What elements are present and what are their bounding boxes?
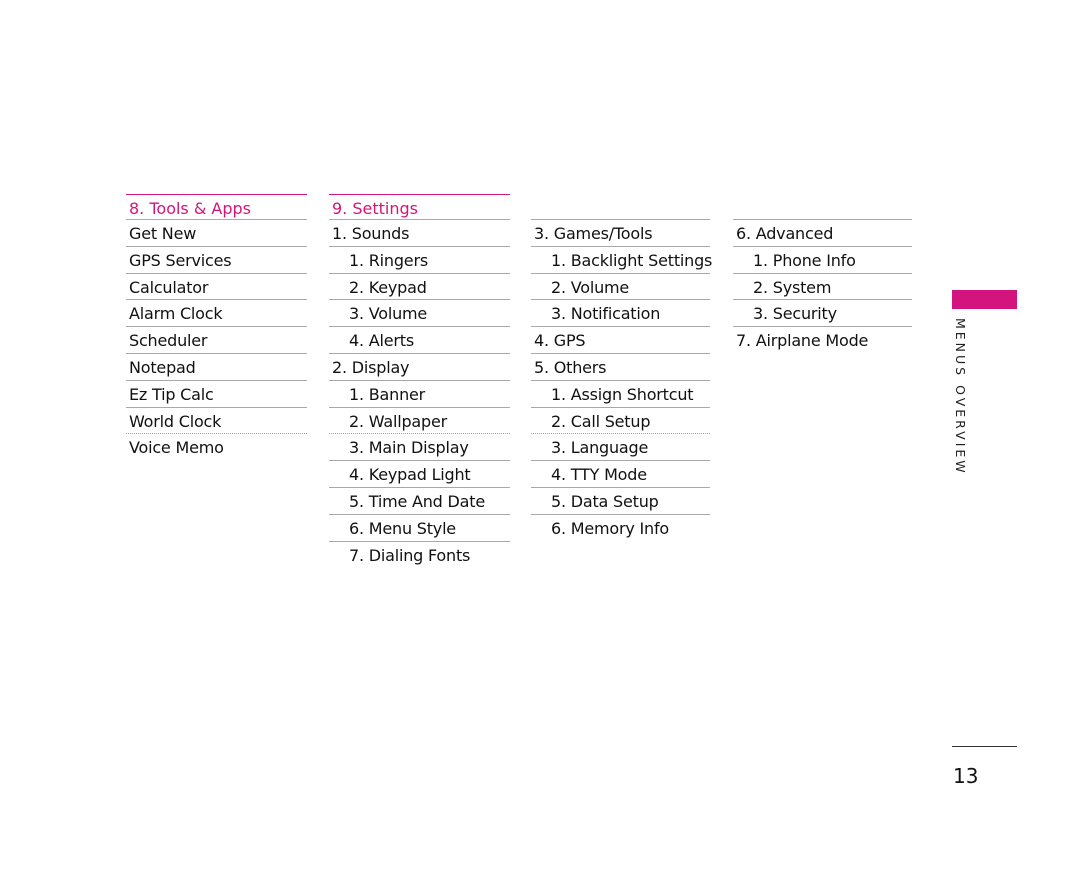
submenu-item: 3. Security xyxy=(733,300,912,328)
menu-column-settings-cont2: 6. Advanced 1. Phone Info 2. System 3. S… xyxy=(733,194,912,354)
submenu-item: 2. Volume xyxy=(531,274,710,301)
submenu-item: 4. Keypad Light xyxy=(329,461,510,488)
menu-column-tools-apps: 8. Tools & Apps Get New GPS Services Cal… xyxy=(126,194,307,461)
footer-rule xyxy=(952,746,1017,747)
menu-column-settings: 9. Settings 1. Sounds 1. Ringers 2. Keyp… xyxy=(329,194,510,568)
menu-item: World Clock xyxy=(126,408,307,435)
menu-item: 4. GPS xyxy=(531,327,710,354)
menu-item: Calculator xyxy=(126,274,307,301)
section-header-tools-apps: 8. Tools & Apps xyxy=(126,195,307,220)
submenu-item: 7. Dialing Fonts xyxy=(349,545,471,565)
submenu-item: 5. Data Setup xyxy=(531,488,710,515)
submenu-item: 6. Memory Info xyxy=(551,518,669,538)
submenu-item: 2. Call Setup xyxy=(531,408,710,435)
menu-item: 7. Airplane Mode xyxy=(736,331,869,351)
submenu-item: 2. Keypad xyxy=(329,274,510,301)
submenu-item: 6. Menu Style xyxy=(329,515,510,542)
submenu-item: 1. Banner xyxy=(329,381,510,408)
column-top-rule xyxy=(531,194,710,220)
menu-item: Notepad xyxy=(126,354,307,381)
column-top-rule xyxy=(733,194,912,220)
submenu-item: 1. Phone Info xyxy=(733,247,912,274)
submenu-item: 3. Notification xyxy=(531,300,710,328)
menu-item: Voice Memo xyxy=(129,438,224,458)
section-header-settings: 9. Settings xyxy=(329,195,510,220)
menu-item: 6. Advanced xyxy=(733,220,912,247)
submenu-item: 2. Wallpaper xyxy=(329,408,510,435)
menu-item: 2. Display xyxy=(329,354,510,381)
menu-item: GPS Services xyxy=(126,247,307,274)
submenu-item: 4. Alerts xyxy=(329,327,510,354)
submenu-item: 2. System xyxy=(733,274,912,301)
menu-item: Scheduler xyxy=(126,327,307,354)
menu-item: 3. Games/Tools xyxy=(531,220,710,247)
submenu-item: 3. Language xyxy=(531,434,710,462)
section-tab-marker xyxy=(952,290,1017,309)
menu-item: Ez Tip Calc xyxy=(126,381,307,408)
section-side-label: MENUS OVERVIEW xyxy=(953,318,968,476)
submenu-item: 1. Assign Shortcut xyxy=(531,381,710,408)
submenu-item: 4. TTY Mode xyxy=(531,461,710,488)
menu-item: Get New xyxy=(126,220,307,247)
submenu-item: 1. Ringers xyxy=(329,247,510,274)
submenu-item: 1. Backlight Settings xyxy=(531,247,712,274)
menu-item: 1. Sounds xyxy=(329,220,510,247)
menu-column-settings-cont: 3. Games/Tools 1. Backlight Settings 2. … xyxy=(531,194,712,542)
page-number: 13 xyxy=(953,764,979,788)
menu-item: 5. Others xyxy=(531,354,710,381)
submenu-item: 3. Volume xyxy=(329,300,510,328)
submenu-item: 3. Main Display xyxy=(329,434,510,462)
submenu-item: 5. Time And Date xyxy=(329,488,510,515)
menu-item: Alarm Clock xyxy=(126,300,307,328)
